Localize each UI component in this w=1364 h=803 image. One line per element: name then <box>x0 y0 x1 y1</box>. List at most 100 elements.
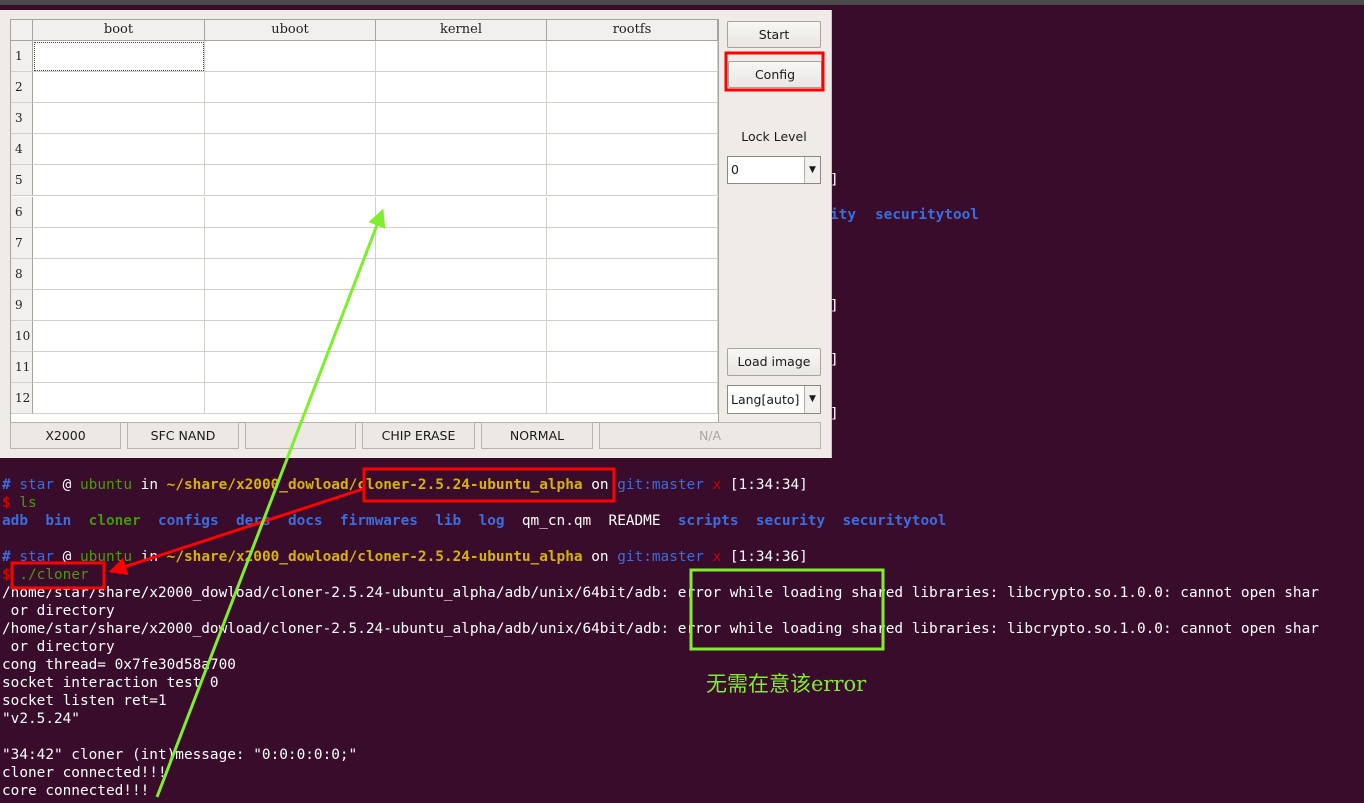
row-header[interactable]: 12 <box>11 383 33 415</box>
ls-entry: README <box>608 513 661 529</box>
status-erase: CHIP ERASE <box>362 422 475 449</box>
table-cell[interactable] <box>547 227 718 259</box>
prompt-at: @ <box>62 477 72 493</box>
table-cell[interactable] <box>33 103 205 135</box>
table-cell[interactable] <box>376 103 547 135</box>
table-cell[interactable] <box>205 352 376 384</box>
prompt-on: on <box>591 549 609 565</box>
status-na: N/A <box>599 422 821 449</box>
language-value: Lang[auto] <box>731 392 800 407</box>
table-cell[interactable] <box>205 103 376 135</box>
table-cell[interactable] <box>205 258 376 290</box>
table-cell[interactable] <box>547 41 718 73</box>
table-cell[interactable] <box>33 258 205 290</box>
ls-entry: docs <box>287 513 323 529</box>
table-cell[interactable] <box>205 134 376 166</box>
table-corner <box>11 20 33 41</box>
column-header-uboot[interactable]: uboot <box>205 20 376 41</box>
table-cell[interactable] <box>376 320 547 352</box>
ls-entry: firmwares <box>339 513 418 529</box>
table-cell[interactable] <box>33 165 205 197</box>
column-header-rootfs[interactable]: rootfs <box>547 20 718 41</box>
row-header[interactable]: 5 <box>11 165 33 197</box>
column-header-kernel[interactable]: kernel <box>376 20 547 41</box>
table-cell[interactable] <box>376 41 547 73</box>
table-cell[interactable] <box>205 165 376 197</box>
terminal-fragment: ity <box>830 207 856 223</box>
table-cell[interactable] <box>547 165 718 197</box>
table-cell[interactable] <box>547 103 718 135</box>
start-button[interactable]: Start <box>727 21 821 48</box>
table-cell[interactable] <box>376 352 547 384</box>
table-cell[interactable] <box>205 72 376 104</box>
table-cell[interactable] <box>376 289 547 321</box>
table-cell[interactable] <box>547 320 718 352</box>
cloner-app-window[interactable]: boot uboot kernel rootfs 1 2 3 4 5 6 7 8 9 10 11 12 Sta… <box>0 10 832 458</box>
table-cell[interactable] <box>205 41 376 73</box>
row-header[interactable]: 11 <box>11 352 33 384</box>
table-cell[interactable] <box>376 227 547 259</box>
prompt-hash: # <box>2 477 11 493</box>
row-header[interactable]: 8 <box>11 258 33 290</box>
table-cell[interactable] <box>547 134 718 166</box>
table-cell[interactable] <box>547 258 718 290</box>
table-cell[interactable] <box>547 196 718 228</box>
output-line: socket interaction test 0 <box>2 675 219 691</box>
table-cell[interactable] <box>33 320 205 352</box>
table-cell[interactable] <box>376 165 547 197</box>
status-storage: SFC NAND <box>127 422 239 449</box>
lock-level-label: Lock Level <box>741 129 807 144</box>
output-line: or directory <box>2 639 115 655</box>
table-cell[interactable] <box>547 352 718 384</box>
table-cell[interactable] <box>547 383 718 415</box>
column-header-boot[interactable]: boot <box>33 20 205 41</box>
table-cell[interactable] <box>33 289 205 321</box>
table-cell[interactable] <box>376 383 547 415</box>
row-header[interactable]: 7 <box>11 227 33 259</box>
lock-level-select[interactable]: 0 ▼ <box>727 156 821 184</box>
language-select[interactable]: Lang[auto] ▼ <box>727 385 821 414</box>
table-cell[interactable] <box>33 352 205 384</box>
prompt-dirty-mark: x <box>712 477 722 493</box>
load-image-button[interactable]: Load image <box>727 348 821 376</box>
prompt-dollar: $ <box>2 567 11 583</box>
table-cell[interactable] <box>376 258 547 290</box>
config-button[interactable]: Config <box>728 61 822 88</box>
prompt-path-dir: cloner-2.5.24-ubuntu_alpha <box>357 477 583 493</box>
ls-entry: cloner <box>88 513 141 529</box>
table-cell[interactable] <box>547 289 718 321</box>
table-cell[interactable] <box>376 134 547 166</box>
table-cell[interactable] <box>205 383 376 415</box>
prompt-user: star <box>19 549 54 565</box>
prompt-path: ~/share/x2000_dowload/cloner-2.5.24-ubun… <box>166 549 583 565</box>
table-cell[interactable] <box>33 134 205 166</box>
row-header[interactable]: 10 <box>11 320 33 352</box>
row-header[interactable]: 4 <box>11 134 33 166</box>
image-table[interactable]: boot uboot kernel rootfs 1 2 3 4 5 6 7 8 9 10 11 12 <box>10 19 719 423</box>
row-header[interactable]: 1 <box>11 41 33 73</box>
table-cell[interactable] <box>33 227 205 259</box>
row-header[interactable]: 9 <box>11 289 33 321</box>
table-cell[interactable] <box>376 196 547 228</box>
table-cell[interactable] <box>205 227 376 259</box>
output-line: "34:42" cloner (int)message: "0:0:0:0:0;… <box>2 747 358 763</box>
table-cell[interactable] <box>205 196 376 228</box>
table-cell[interactable] <box>33 383 205 415</box>
prompt-path-prefix: ~/share/x2000_dowload/ <box>166 477 358 493</box>
table-cell[interactable] <box>33 196 205 228</box>
status-mode: NORMAL <box>481 422 593 449</box>
row-header[interactable]: 6 <box>11 196 33 228</box>
ls-entry: configs <box>157 513 219 529</box>
table-cell[interactable] <box>33 72 205 104</box>
table-cell[interactable] <box>205 320 376 352</box>
table-cell[interactable] <box>376 72 547 104</box>
row-header[interactable]: 3 <box>11 103 33 135</box>
table-cell[interactable] <box>547 72 718 104</box>
table-cell[interactable] <box>33 41 205 73</box>
prompt-host: ubuntu <box>80 477 132 493</box>
table-cell[interactable] <box>205 289 376 321</box>
row-header[interactable]: 2 <box>11 72 33 104</box>
ls-entry: securitytool <box>842 513 947 529</box>
ls-entry: bin <box>45 513 72 529</box>
ls-entry: log <box>478 513 505 529</box>
